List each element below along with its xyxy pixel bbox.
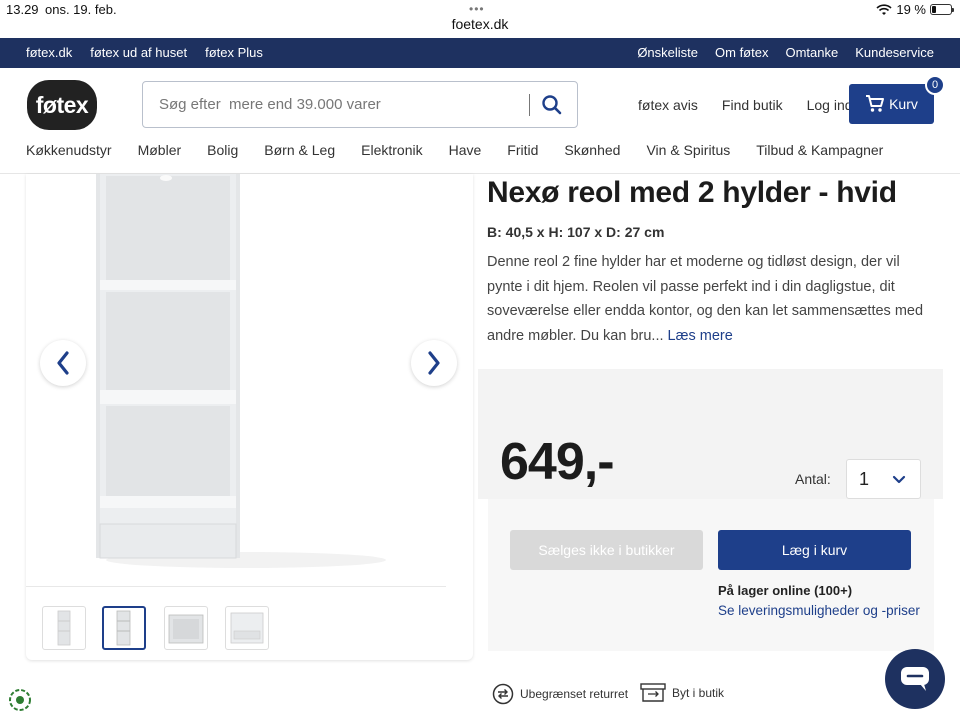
feature-exchange-label: Byt i butik xyxy=(672,686,725,700)
thumbnail-3[interactable] xyxy=(164,606,208,650)
header-link-login[interactable]: Log ind xyxy=(807,97,853,113)
fotex-logo[interactable]: føtex xyxy=(27,80,97,130)
delivery-options-link[interactable]: Se leveringsmuligheder og -priser xyxy=(718,603,920,618)
category-elektronik[interactable]: Elektronik xyxy=(361,142,422,158)
search-input[interactable] xyxy=(159,82,519,127)
cookie-settings-icon[interactable] xyxy=(8,688,32,712)
topnav-link-about[interactable]: Om føtex xyxy=(715,45,768,60)
thumbnail-1[interactable] xyxy=(42,606,86,650)
return-arrows-icon xyxy=(492,683,514,705)
topnav-link-fotex[interactable]: føtex.dk xyxy=(26,45,72,60)
store-availability-button: Sælges ikke i butikker xyxy=(510,530,703,570)
product-dimensions: B: 40,5 x H: 107 x D: 27 cm xyxy=(487,224,665,240)
add-to-cart-button[interactable]: Læg i kurv xyxy=(718,530,911,570)
chevron-down-icon xyxy=(892,475,906,484)
category-nav: Køkkenudstyr Møbler Bolig Børn & Leg Ele… xyxy=(26,142,883,158)
address-bar-url[interactable]: foetex.dk xyxy=(0,16,960,32)
battery-percent: 19 % xyxy=(896,2,926,17)
chat-button[interactable] xyxy=(885,649,945,709)
topnav-link-plus[interactable]: føtex Plus xyxy=(205,45,263,60)
wifi-icon xyxy=(876,3,892,15)
chevron-left-icon xyxy=(57,351,69,375)
product-description: Denne reol 2 fine hylder har et moderne … xyxy=(487,250,937,348)
cart-count-badge: 0 xyxy=(925,75,945,95)
category-kokkenudstyr[interactable]: Køkkenudstyr xyxy=(26,142,112,158)
feature-exchange: Byt i butik xyxy=(640,683,724,703)
category-bolig[interactable]: Bolig xyxy=(207,142,238,158)
cart-icon xyxy=(866,95,885,112)
quantity-label: Antal: xyxy=(795,471,831,487)
thumbnail-4[interactable] xyxy=(225,606,269,650)
buy-box xyxy=(488,499,934,651)
topnav-link-ud-af-huset[interactable]: føtex ud af huset xyxy=(90,45,187,60)
product-title: Nexø reol med 2 hylder - hvid xyxy=(487,176,897,209)
battery-icon xyxy=(930,4,954,15)
topnav-link-wishlist[interactable]: Ønskeliste xyxy=(637,45,698,60)
quantity-value: 1 xyxy=(859,469,870,489)
more-dots-icon[interactable]: ••• xyxy=(469,2,485,16)
thumbnail-2[interactable] xyxy=(102,606,146,650)
header-link-avis[interactable]: føtex avis xyxy=(638,97,698,113)
category-have[interactable]: Have xyxy=(449,142,482,158)
status-indicators: 19 % xyxy=(876,2,954,17)
search-box xyxy=(142,81,578,128)
header-link-find-store[interactable]: Find butik xyxy=(722,97,783,113)
product-gallery xyxy=(26,174,473,660)
chevron-right-icon xyxy=(428,351,440,375)
top-nav: føtex.dk føtex ud af huset føtex Plus Øn… xyxy=(0,38,960,68)
search-icon[interactable] xyxy=(539,92,565,118)
stock-status: På lager online (100+) xyxy=(718,583,853,598)
gallery-divider xyxy=(26,586,446,587)
product-price: 649,- xyxy=(500,433,615,491)
feature-returns-label: Ubegrænset returret xyxy=(520,687,629,701)
cart-button[interactable]: Kurv 0 xyxy=(849,75,945,124)
status-bar: 13.29 ons. 19. feb. ••• foetex.dk 19 % xyxy=(0,0,960,38)
category-fritid[interactable]: Fritid xyxy=(507,142,538,158)
topnav-link-omtanke[interactable]: Omtanke xyxy=(785,45,838,60)
status-time: 13.29 xyxy=(6,2,39,17)
category-vin-spiritus[interactable]: Vin & Spiritus xyxy=(646,142,730,158)
read-more-link[interactable]: Læs mere xyxy=(668,328,733,344)
search-divider xyxy=(529,94,530,116)
gallery-prev-button[interactable] xyxy=(40,340,86,386)
quantity-select[interactable]: 1 xyxy=(846,459,921,499)
category-skonhed[interactable]: Skønhed xyxy=(564,142,620,158)
topnav-link-customer-service[interactable]: Kundeservice xyxy=(855,45,934,60)
gallery-next-button[interactable] xyxy=(411,340,457,386)
category-tilbud[interactable]: Tilbud & Kampagner xyxy=(756,142,883,158)
chat-bubble-icon xyxy=(901,667,929,691)
store-exchange-icon xyxy=(640,683,666,702)
feature-returns: Ubegrænset returret xyxy=(492,683,628,705)
category-mobler[interactable]: Møbler xyxy=(138,142,182,158)
cart-label: Kurv xyxy=(889,96,918,112)
category-born-leg[interactable]: Børn & Leg xyxy=(264,142,335,158)
site-header: føtex føtex avis Find butik Log ind Kurv… xyxy=(0,68,960,174)
status-date: ons. 19. feb. xyxy=(45,2,117,17)
product-main-image[interactable] xyxy=(86,174,426,586)
